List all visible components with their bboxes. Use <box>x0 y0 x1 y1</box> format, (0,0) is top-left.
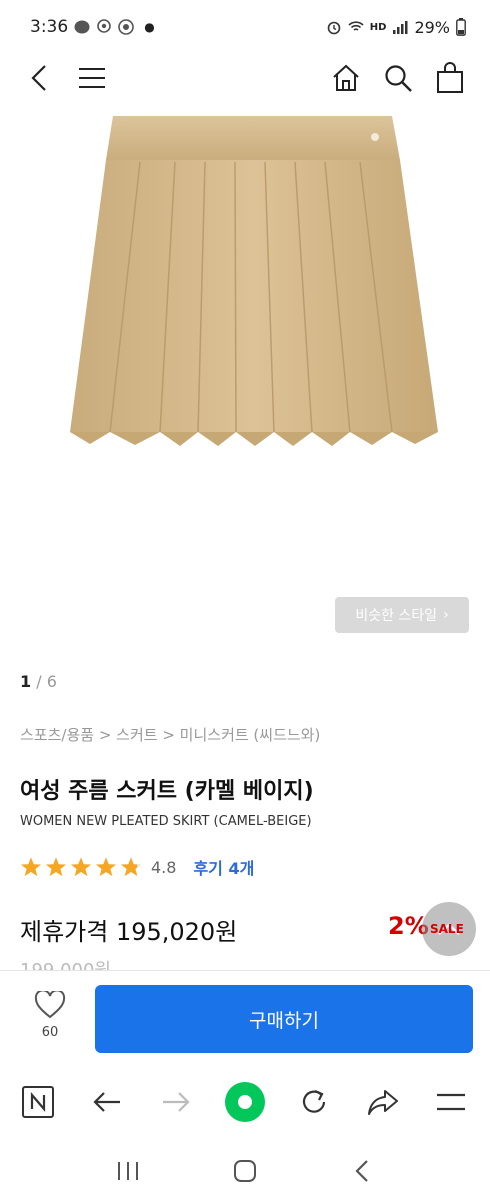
chevron-right-icon: › <box>443 607 449 623</box>
hd-voice-label: HD <box>369 21 387 33</box>
sale-tag: SALE <box>430 922 464 936</box>
browser-back-button[interactable] <box>81 1076 133 1128</box>
recent-apps-icon <box>118 1162 139 1180</box>
pleated-skirt-image <box>70 116 438 446</box>
browser-menu-button[interactable] <box>425 1076 477 1128</box>
original-price: 199,000원 <box>20 956 111 970</box>
star-icon <box>70 857 92 877</box>
rating: 4.8 후기 4개 <box>20 853 254 881</box>
battery-icon <box>456 18 466 36</box>
search-icon <box>385 65 412 92</box>
back-button[interactable] <box>20 58 60 98</box>
arrow-right-icon <box>163 1092 190 1112</box>
similar-style-button[interactable]: 비슷한 스타일 › <box>335 597 469 633</box>
reload-button[interactable] <box>288 1076 340 1128</box>
buy-button[interactable]: 구매하기 <box>95 985 473 1053</box>
status-bar: 3:36 ● HD 29% <box>0 0 490 54</box>
wishlist-button[interactable]: 60 <box>20 989 80 1040</box>
wifi-icon <box>348 21 364 31</box>
purchase-bar: 60 구매하기 <box>0 970 490 1060</box>
star-icon <box>20 857 42 877</box>
wishlist-count: 60 <box>41 1025 59 1040</box>
recent-apps-button[interactable] <box>104 1147 152 1195</box>
share-arrow-icon <box>367 1090 398 1115</box>
review-count-link[interactable]: 후기 4개 <box>193 855 254 879</box>
system-navigation <box>0 1142 490 1200</box>
partner-price: 제휴가격 195,020원 <box>20 918 238 946</box>
star-icon <box>120 857 142 877</box>
refresh-icon <box>302 1089 325 1113</box>
pager-total: 6 <box>46 672 57 691</box>
rating-score: 4.8 <box>151 857 177 877</box>
talk-notification-icon <box>74 20 90 34</box>
product-title: 여성 주름 스커트 (카멜 베이지) <box>20 779 314 804</box>
search-button[interactable] <box>378 58 418 98</box>
home-icon <box>333 64 359 91</box>
location-notification-icon <box>97 19 111 33</box>
menu-button[interactable] <box>72 58 112 98</box>
browser-toolbar <box>0 1062 490 1142</box>
home-nav-button[interactable] <box>221 1147 269 1195</box>
star-icon <box>95 857 117 877</box>
smile-notification-icon <box>118 19 134 35</box>
green-dot-icon <box>224 1082 265 1122</box>
green-dot-button[interactable] <box>219 1076 271 1128</box>
home-button[interactable] <box>326 58 366 98</box>
alarm-icon <box>327 21 341 35</box>
pager-separator: / <box>36 672 42 691</box>
chevron-left-icon <box>355 1160 368 1182</box>
product-subtitle: WOMEN NEW PLEATED SKIRT (CAMEL-BEIGE) <box>20 814 312 829</box>
top-navigation <box>0 54 490 102</box>
hamburger-icon <box>437 1093 466 1111</box>
home-square-icon <box>233 1160 256 1182</box>
shopping-bag-icon <box>437 62 463 93</box>
arrow-left-icon <box>93 1092 121 1112</box>
pager-current: 1 <box>20 672 32 691</box>
naver-home-button[interactable] <box>12 1076 64 1128</box>
cart-button[interactable] <box>430 58 470 98</box>
battery-percent: 29% <box>414 17 450 37</box>
image-pager: 1 / 6 <box>20 672 57 691</box>
hamburger-icon <box>79 68 105 88</box>
back-nav-button[interactable] <box>338 1147 386 1195</box>
more-notifications-dot: ● <box>144 20 155 34</box>
chevron-left-icon <box>31 65 46 91</box>
browser-forward-button[interactable] <box>150 1076 202 1128</box>
breadcrumb[interactable]: 스포츠/용품 > 스커트 > 미니스커트 (씨드느와) <box>20 724 320 745</box>
share-button[interactable] <box>357 1076 409 1128</box>
status-time: 3:36 <box>30 17 69 37</box>
product-image[interactable]: 비슷한 스타일 › <box>0 102 490 662</box>
naver-n-icon <box>22 1086 55 1118</box>
star-icon <box>45 857 67 877</box>
signal-icon <box>393 21 408 34</box>
heart-icon <box>34 989 66 1019</box>
similar-style-label: 비슷한 스타일 <box>355 608 438 624</box>
